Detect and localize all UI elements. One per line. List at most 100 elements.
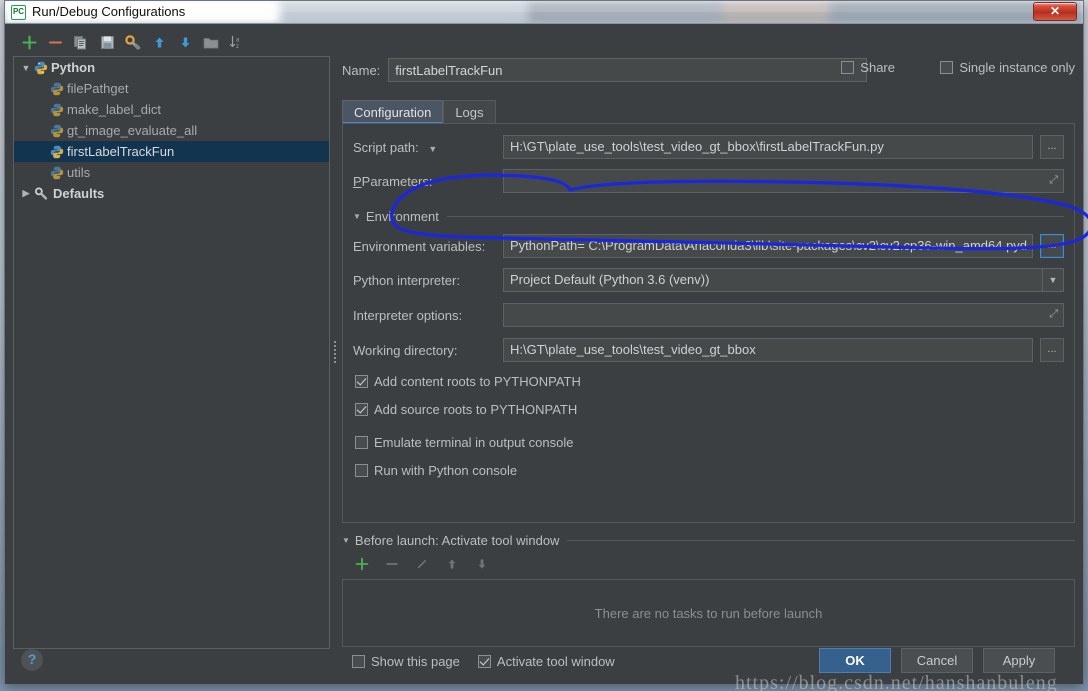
tree-item-utils[interactable]: utils bbox=[14, 162, 329, 183]
parameters-input[interactable]: ⤢ bbox=[503, 169, 1064, 193]
before-launch-toolbar bbox=[350, 553, 494, 575]
tree-item-gt_image_evaluate_all[interactable]: gt_image_evaluate_all bbox=[14, 120, 329, 141]
svg-text:z: z bbox=[236, 44, 239, 50]
configurations-panel: a z ▼ Python filePathget make_label_dict… bbox=[13, 29, 330, 649]
configuration-editor-panel: Name: Share Single instance only Configu… bbox=[342, 29, 1075, 669]
show-this-page-checkbox-box[interactable] bbox=[352, 655, 365, 668]
before-launch-task-list[interactable]: There are no tasks to run before launch bbox=[342, 579, 1075, 647]
before-launch-header[interactable]: ▼ Before launch: Activate tool window bbox=[342, 533, 1075, 548]
add-content-roots-label: Add content roots to PYTHONPATH bbox=[374, 374, 581, 389]
cancel-button[interactable]: Cancel bbox=[901, 648, 973, 673]
before-launch-empty-text: There are no tasks to run before launch bbox=[594, 605, 823, 621]
run-with-python-console-checkbox-box[interactable] bbox=[355, 464, 368, 477]
configurations-tree[interactable]: ▼ Python filePathget make_label_dict gt_… bbox=[13, 56, 330, 649]
pycharm-icon: PC bbox=[11, 5, 26, 20]
emulate-terminal-label: Emulate terminal in output console bbox=[374, 435, 574, 450]
add-source-roots-checkbox-box[interactable] bbox=[355, 403, 368, 416]
share-checkbox[interactable]: Share bbox=[841, 60, 895, 75]
add-content-roots-checkbox-box[interactable] bbox=[355, 375, 368, 388]
share-label: Share bbox=[860, 60, 895, 75]
chevron-down-icon[interactable]: ▼ bbox=[18, 63, 34, 73]
add-source-roots-checkbox[interactable]: Add source roots to PYTHONPATH bbox=[355, 402, 577, 417]
tree-item-label: utils bbox=[67, 165, 91, 180]
chevron-down-icon[interactable]: ▼ bbox=[342, 536, 350, 545]
tree-item-label: filePathget bbox=[67, 81, 129, 96]
section-divider bbox=[567, 540, 1075, 541]
interpreter-options-input[interactable]: ⤢ bbox=[503, 303, 1064, 327]
move-down-icon[interactable] bbox=[173, 32, 197, 54]
python-icon bbox=[50, 82, 64, 96]
tree-group-python[interactable]: ▼ Python bbox=[14, 57, 329, 78]
tree-item-make_label_dict[interactable]: make_label_dict bbox=[14, 99, 329, 120]
single-instance-checkbox-box[interactable] bbox=[940, 61, 954, 74]
environment-variables-input[interactable]: PythonPath= C:\ProgramData\Anaconda3\lib… bbox=[503, 234, 1033, 258]
run-debug-configurations-window: PC Run/Debug Configurations ✕ a z ▼ Pyth… bbox=[4, 0, 1084, 691]
tree-group-python-label: Python bbox=[51, 60, 96, 75]
show-this-page-checkbox[interactable]: Show this page bbox=[352, 654, 460, 669]
add-content-roots-checkbox[interactable]: Add content roots to PYTHONPATH bbox=[355, 374, 581, 389]
working-directory-input[interactable]: H:\GT\plate_use_tools\test_video_gt_bbox bbox=[503, 338, 1033, 362]
dialog-body: a z ▼ Python filePathget make_label_dict… bbox=[5, 24, 1083, 691]
tab-configuration[interactable]: Configuration bbox=[342, 100, 444, 124]
splitter-grip[interactable] bbox=[334, 339, 338, 365]
add-task-icon[interactable] bbox=[350, 553, 374, 575]
tab-logs[interactable]: Logs bbox=[443, 100, 496, 124]
task-move-down-icon[interactable] bbox=[470, 553, 494, 575]
edit-defaults-icon[interactable] bbox=[121, 32, 145, 54]
tree-item-firstLabelTrackFun[interactable]: firstLabelTrackFun bbox=[14, 141, 329, 162]
environment-variables-row: Environment variables: PythonPath= C:\Pr… bbox=[353, 234, 1064, 258]
emulate-terminal-checkbox[interactable]: Emulate terminal in output console bbox=[355, 435, 573, 450]
environment-variables-browse-button[interactable]: ... bbox=[1040, 234, 1064, 258]
emulate-terminal-checkbox-box[interactable] bbox=[355, 436, 368, 449]
single-instance-label: Single instance only bbox=[959, 60, 1075, 75]
before-launch-options: Show this page Activate tool window bbox=[352, 654, 615, 669]
tree-item-label: make_label_dict bbox=[67, 102, 161, 117]
edit-task-icon[interactable] bbox=[410, 553, 434, 575]
configurations-toolbar: a z bbox=[13, 29, 330, 56]
add-icon[interactable] bbox=[17, 32, 41, 54]
sort-alphabetically-icon[interactable]: a z bbox=[225, 32, 249, 54]
working-directory-browse-button[interactable]: ... bbox=[1040, 338, 1064, 362]
close-icon[interactable]: ✕ bbox=[1033, 2, 1077, 21]
chevron-down-icon[interactable]: ▼ bbox=[1042, 269, 1063, 291]
expand-editor-icon[interactable]: ⤢ bbox=[1049, 175, 1058, 186]
new-folder-icon[interactable] bbox=[199, 32, 223, 54]
tree-item-filepathget[interactable]: filePathget bbox=[14, 78, 329, 99]
name-input[interactable] bbox=[388, 58, 868, 82]
panel-splitter[interactable] bbox=[332, 29, 340, 649]
save-icon[interactable] bbox=[95, 32, 119, 54]
chevron-right-icon[interactable]: ▶ bbox=[18, 188, 34, 199]
run-with-python-console-checkbox[interactable]: Run with Python console bbox=[355, 463, 517, 478]
python-interpreter-label: Python interpreter: bbox=[353, 272, 460, 288]
interpreter-options-row: Interpreter options: ⤢ bbox=[353, 303, 1064, 327]
python-interpreter-combobox[interactable]: Project Default (Python 3.6 (venv)) ▼ bbox=[503, 268, 1064, 292]
parameters-label-text: Parameters: bbox=[361, 173, 433, 189]
script-path-browse-button[interactable]: ... bbox=[1040, 135, 1064, 159]
script-path-label-text: Script path: bbox=[353, 139, 419, 155]
help-button[interactable]: ? bbox=[21, 649, 43, 671]
apply-button[interactable]: Apply bbox=[983, 648, 1055, 673]
single-instance-checkbox[interactable]: Single instance only bbox=[940, 60, 1075, 75]
tree-group-defaults[interactable]: ▶ Defaults bbox=[14, 183, 329, 204]
environment-variables-label: Environment variables: bbox=[353, 238, 486, 254]
activate-tool-window-checkbox[interactable]: Activate tool window bbox=[477, 654, 615, 669]
task-move-up-icon[interactable] bbox=[440, 553, 464, 575]
show-this-page-label: Show this page bbox=[371, 654, 460, 669]
share-checkbox-box[interactable] bbox=[841, 61, 855, 74]
expand-editor-icon[interactable]: ⤢ bbox=[1049, 309, 1058, 320]
remove-icon[interactable] bbox=[43, 32, 67, 54]
edit-defaults-icon bbox=[34, 187, 49, 201]
chevron-down-icon[interactable]: ▼ bbox=[353, 212, 361, 221]
ok-button[interactable]: OK bbox=[819, 648, 891, 673]
move-up-icon[interactable] bbox=[147, 32, 171, 54]
copy-icon[interactable] bbox=[69, 32, 93, 54]
activate-tool-window-checkbox-box[interactable] bbox=[477, 655, 491, 668]
python-interpreter-value: Project Default (Python 3.6 (venv)) bbox=[510, 272, 710, 287]
tree-group-defaults-label: Defaults bbox=[53, 186, 105, 201]
environment-section-header[interactable]: ▼ Environment bbox=[353, 208, 1064, 224]
remove-task-icon[interactable] bbox=[380, 553, 404, 575]
python-icon bbox=[50, 103, 64, 117]
working-directory-label: Working directory: bbox=[353, 342, 458, 358]
chevron-down-icon[interactable]: ▼ bbox=[428, 144, 437, 154]
script-path-input[interactable]: H:\GT\plate_use_tools\test_video_gt_bbox… bbox=[503, 135, 1033, 159]
